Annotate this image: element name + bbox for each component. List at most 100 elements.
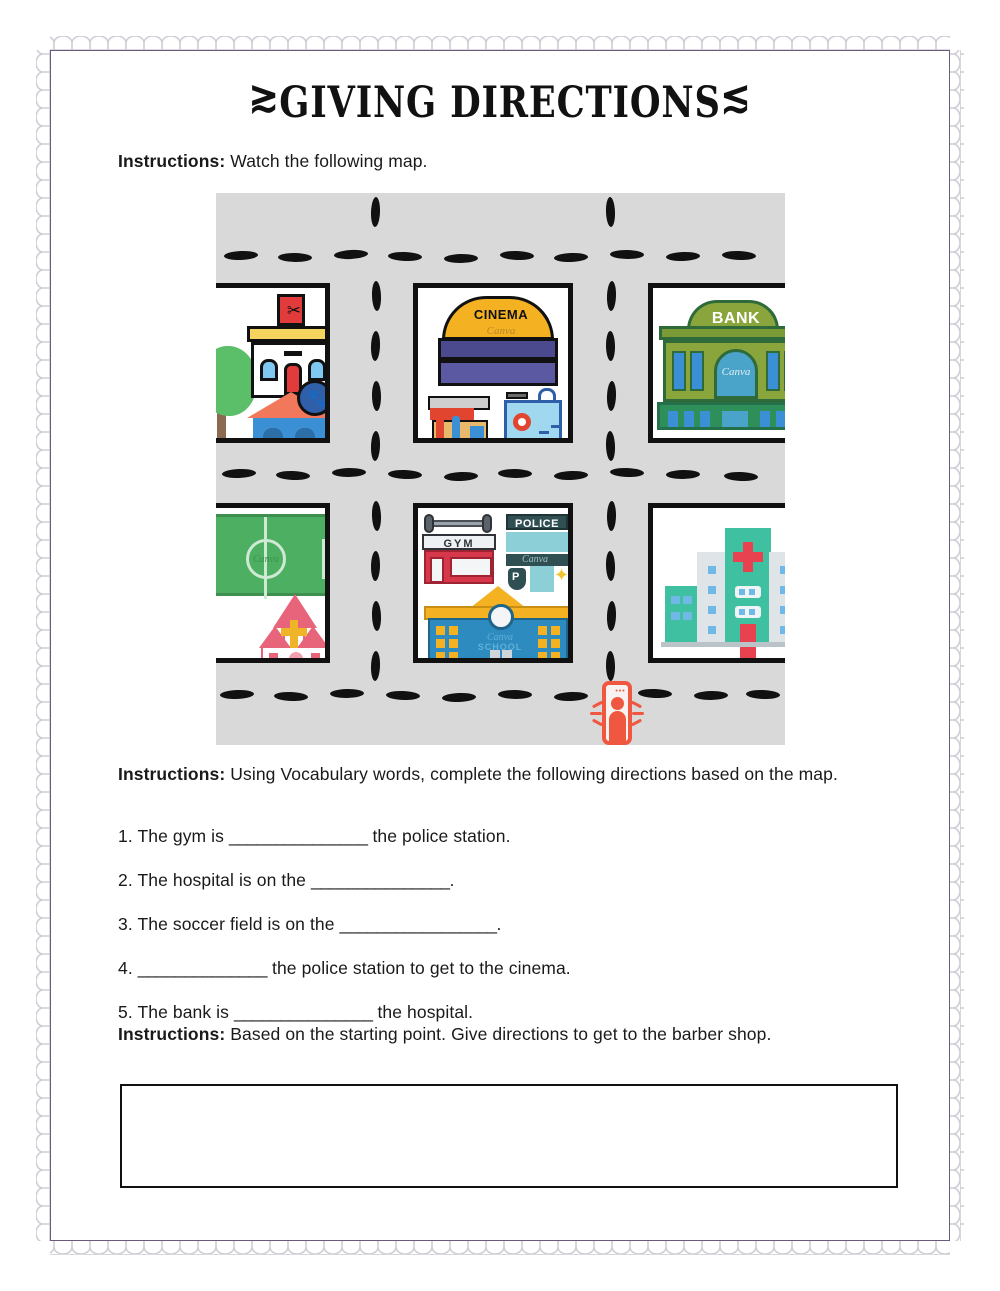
gym-barbell-plate <box>482 514 492 533</box>
lane-dash <box>553 470 589 481</box>
lane-dash <box>605 196 616 228</box>
lane-dash <box>609 467 645 478</box>
lane-dash <box>606 500 617 532</box>
lane-dash <box>745 689 781 700</box>
lane-dash <box>605 430 616 462</box>
paw-icon: 🐾 <box>307 389 329 408</box>
question-text-after-5: the hospital. <box>372 1002 474 1022</box>
title-deco-right-icon: ≲ <box>720 72 752 122</box>
question-blank-3[interactable]: _________________ <box>340 914 497 934</box>
lane-dash <box>273 691 309 702</box>
start-ray <box>630 700 643 709</box>
lane-dash <box>275 470 311 481</box>
lane-dash <box>723 471 759 482</box>
police-window <box>530 566 554 592</box>
start-ray <box>590 712 602 715</box>
lane-dash <box>371 600 382 632</box>
barber-sign-bar <box>284 351 302 356</box>
soccer-field: Canva <box>216 514 325 599</box>
start-ray <box>632 712 644 715</box>
school-clock <box>488 604 514 630</box>
pool-ladder <box>538 388 556 402</box>
church-window <box>269 653 278 658</box>
hospital-ground <box>661 642 785 647</box>
hospital-sign-dot <box>749 609 755 615</box>
swimming-pool <box>504 400 562 438</box>
lane-dash <box>605 650 616 682</box>
church-cross-horizontal <box>281 628 307 636</box>
instruction-watch-map: Instructions: Watch the following map. <box>118 148 878 175</box>
shop-person <box>436 416 444 438</box>
school-window <box>538 626 547 635</box>
question-blank-5[interactable]: _______________ <box>234 1002 373 1022</box>
lane-dash <box>441 692 477 703</box>
lane-dash <box>553 252 589 263</box>
lane-dash <box>606 280 617 312</box>
lane-dash <box>605 330 616 362</box>
shop-window <box>470 426 484 438</box>
hospital-window <box>683 612 692 620</box>
bank-window <box>784 351 785 391</box>
title-deco-left-icon: ≳ <box>248 72 280 122</box>
question-text-after-4: the police station to get to the cinema. <box>267 958 571 978</box>
bank-base-window <box>668 411 678 427</box>
pool-diving-board <box>506 392 528 399</box>
pet-shop-building <box>253 418 325 438</box>
bank-base <box>657 402 785 430</box>
church-door <box>289 652 303 658</box>
question-text-before-2: The hospital is on the <box>132 870 311 890</box>
lane-dash <box>371 280 382 312</box>
gym-window <box>450 557 492 577</box>
police-glass-band <box>506 532 568 552</box>
school-window <box>551 652 560 658</box>
lane-dash <box>219 689 255 700</box>
school-window <box>449 626 458 635</box>
scissors-icon: ✂ <box>286 301 302 320</box>
police-sign: POLICE <box>506 514 568 530</box>
question-blank-1[interactable]: _______________ <box>229 826 368 846</box>
bank-base-window <box>700 411 710 427</box>
school-window <box>449 652 458 658</box>
school-window <box>436 652 445 658</box>
hospital-window <box>780 606 785 614</box>
lane-dash <box>370 550 381 582</box>
hospital-sign-plate <box>735 606 761 618</box>
question-item-2: 2. The hospital is on the ______________… <box>118 870 888 891</box>
question-blank-2[interactable]: _______________ <box>311 870 450 890</box>
question-text-after-3: . <box>496 914 502 934</box>
instruction-label-2: Instructions: <box>118 764 226 784</box>
church-body <box>261 646 325 658</box>
instruction-give-directions: Instructions: Based on the starting poin… <box>118 1021 870 1048</box>
cinema-sign-label: CINEMA <box>473 307 529 322</box>
school-sign-label: SCHOOL <box>477 642 523 652</box>
school-window <box>538 652 547 658</box>
question-number-4: 4. <box>118 958 133 978</box>
paw-badge-icon: 🐾 <box>297 380 329 416</box>
hospital-sign-dot <box>739 589 745 595</box>
hospital-wing-left <box>665 586 699 644</box>
hospital-tower-left <box>697 552 727 644</box>
lane-dash <box>665 469 701 480</box>
hospital-window <box>671 596 680 604</box>
bank-base-window <box>776 411 785 427</box>
question-blank-4[interactable]: ______________ <box>138 958 268 978</box>
instruction-label-3: Instructions: <box>118 1024 226 1044</box>
gym-barbell-plate <box>424 514 434 533</box>
gym-sign: GYM <box>422 534 496 550</box>
instruction-label-1: Instructions: <box>118 151 226 171</box>
lane-dash <box>499 250 535 261</box>
lane-dash <box>497 689 533 700</box>
start-marker-dots: ••• <box>615 688 626 695</box>
lane-dash <box>333 249 369 260</box>
barber-awning <box>247 326 325 342</box>
answer-box[interactable] <box>120 1084 898 1188</box>
lane-dash <box>665 251 701 262</box>
pet-shop-door <box>263 428 283 438</box>
hospital-sign-plate <box>735 586 761 598</box>
lane-dash <box>443 253 479 264</box>
hospital-window <box>708 626 716 634</box>
police-badge-letter: P <box>512 571 520 583</box>
school-window <box>551 639 560 648</box>
lane-dash <box>606 600 617 632</box>
lane-dash <box>223 250 259 261</box>
